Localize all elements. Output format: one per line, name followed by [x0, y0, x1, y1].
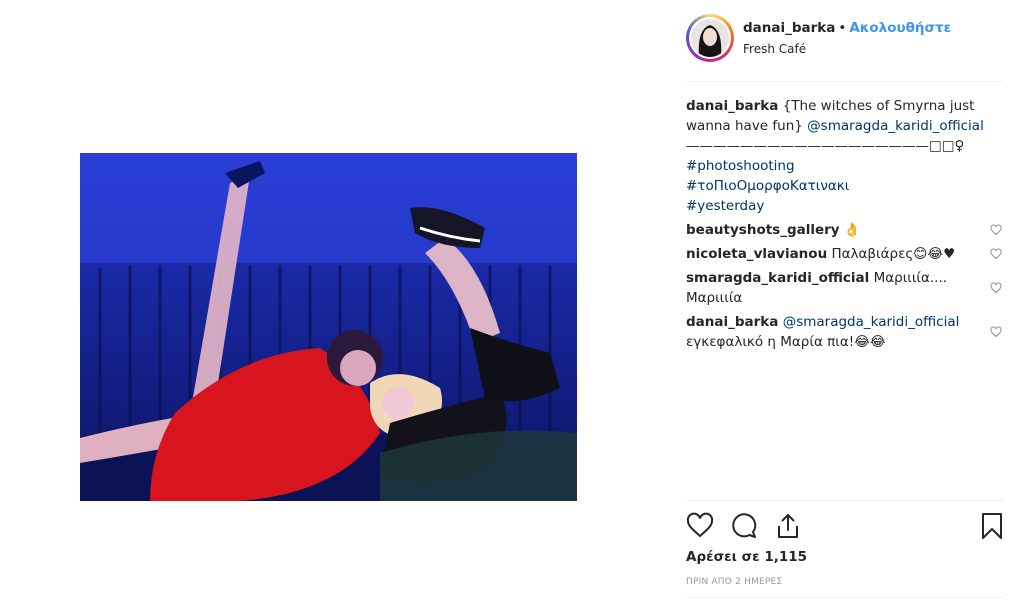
- heart-icon[interactable]: [686, 512, 714, 540]
- post-photo[interactable]: [80, 153, 577, 501]
- comment-like-heart-icon[interactable]: [990, 326, 1002, 338]
- comment-text: Παλαβιάρες😊😂♥: [831, 246, 956, 262]
- share-icon[interactable]: [774, 512, 802, 540]
- comment-mention-link[interactable]: @smaragda_karidi_official: [783, 314, 960, 330]
- avatar[interactable]: [686, 14, 734, 62]
- caption-text-line2: wanna have fun}: [686, 118, 803, 134]
- comment-like-heart-icon[interactable]: [990, 282, 1002, 294]
- hashtag-link[interactable]: #yesterday: [686, 196, 1004, 216]
- post-photo-image: [80, 153, 577, 501]
- comment-text: εγκεφαλικό η Μαρία πια!😂😂: [686, 334, 886, 350]
- comment-bubble-icon[interactable]: [730, 512, 758, 540]
- caption-text-line1: {The witches of Smyrna just: [782, 98, 975, 114]
- comment-item: danai_barka @smaragda_karidi_official εγ…: [686, 312, 1004, 352]
- divider: [686, 500, 1004, 501]
- caption-text-line3: ——————————————————□□♀: [686, 138, 965, 154]
- post-timestamp: ΠΡΙΝ ΑΠΟ 2 ΗΜΕΡΕΣ: [686, 577, 783, 587]
- comment-item: beautyshots_gallery 👌: [686, 220, 1004, 240]
- avatar-photo: [691, 19, 729, 57]
- post-actions-bar: [686, 512, 1004, 542]
- bookmark-icon[interactable]: [978, 512, 1006, 540]
- separator-dot: •: [838, 20, 847, 36]
- post-author-username[interactable]: danai_barka: [743, 20, 835, 36]
- comment-username[interactable]: nicoleta_vlavianou: [686, 246, 827, 262]
- comment-username[interactable]: beautyshots_gallery: [686, 222, 840, 238]
- post-header: danai_barka • Ακολουθήστε Fresh Café: [686, 14, 1004, 66]
- post-caption: danai_barka {The witches of Smyrna just …: [686, 96, 1004, 216]
- comment-item: smaragda_karidi_official Μαριιιία.... Μα…: [686, 268, 1004, 308]
- likes-count[interactable]: Αρέσει σε 1,115: [686, 549, 807, 565]
- location-link[interactable]: Fresh Café: [743, 42, 806, 56]
- divider: [686, 81, 1004, 82]
- comment-item: nicoleta_vlavianou Παλαβιάρες😊😂♥: [686, 244, 1004, 264]
- caption-mention-link[interactable]: @smaragda_karidi_official: [807, 118, 984, 134]
- post-details-panel: danai_barka • Ακολουθήστε Fresh Café danai…: [686, 0, 1004, 616]
- comment-like-heart-icon[interactable]: [990, 224, 1002, 236]
- caption-username[interactable]: danai_barka: [686, 98, 778, 114]
- comments-list: danai_barka {The witches of Smyrna just …: [686, 96, 1004, 352]
- comment-like-heart-icon[interactable]: [990, 248, 1002, 260]
- hashtag-link[interactable]: #τοΠιοΟμορφοΚατινακι: [686, 176, 1004, 196]
- comment-username[interactable]: smaragda_karidi_official: [686, 270, 869, 286]
- hashtag-link[interactable]: #photoshooting: [686, 156, 1004, 176]
- comment-username[interactable]: danai_barka: [686, 314, 778, 330]
- divider: [686, 597, 1004, 598]
- follow-button[interactable]: Ακολουθήστε: [849, 20, 951, 36]
- comment-text: 👌: [843, 222, 861, 238]
